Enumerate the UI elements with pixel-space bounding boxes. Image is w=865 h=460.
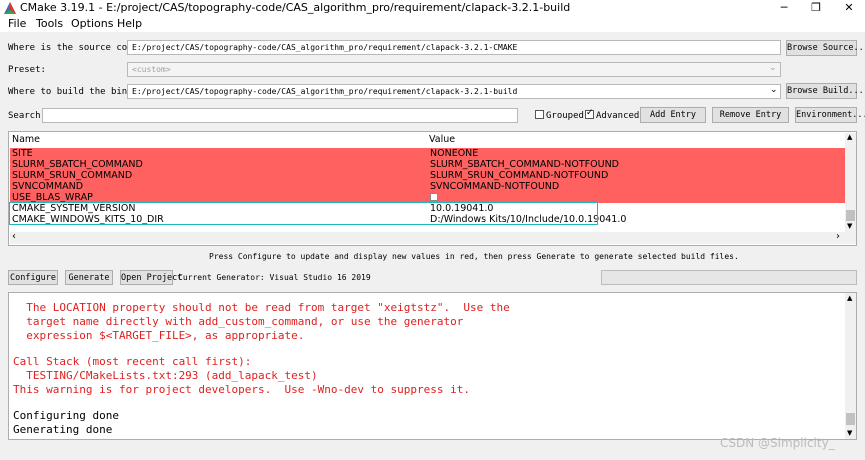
scroll-down-icon[interactable]: ▼	[847, 222, 852, 230]
log-line: This warning is for project developers. …	[13, 383, 470, 396]
column-header-value[interactable]: Value	[429, 133, 455, 147]
log-line: expression $<TARGET_FILE>, as appropriat…	[13, 329, 305, 342]
preset-label: Preset:	[8, 65, 46, 75]
maximize-button[interactable]: ❐	[800, 0, 832, 16]
menu-bar: File Tools Options Help	[0, 16, 865, 32]
source-label: Where is the source code:	[8, 43, 144, 53]
entry-value: SLURM_SRUN_COMMAND-NOTFOUND	[430, 170, 609, 181]
checkmark-icon: ✓	[586, 108, 594, 118]
log-line: Generating done	[13, 423, 113, 436]
grouped-label: Grouped	[546, 111, 584, 121]
search-label: Search:	[8, 111, 46, 121]
browse-build-button[interactable]: Browse Build...	[786, 83, 864, 99]
menu-help[interactable]: Help	[117, 17, 142, 30]
scroll-right-icon[interactable]: ›	[836, 231, 840, 242]
configure-hint: Press Configure to update and display ne…	[209, 252, 739, 261]
scroll-up-icon[interactable]: ▲	[847, 133, 852, 141]
table-horizontal-scrollbar[interactable]: ‹ ›	[10, 231, 856, 244]
log-line: TESTING/CMakeLists.txt:293 (add_lapack_t…	[13, 369, 318, 382]
progress-bar	[601, 270, 857, 285]
entry-name: SITE	[12, 148, 33, 159]
scroll-thumb[interactable]	[846, 413, 855, 425]
log-line: Configuring done	[13, 409, 119, 422]
title-bar: CMake 3.19.1 - E:/project/CAS/topography…	[0, 0, 865, 16]
generate-button[interactable]: Generate	[65, 270, 113, 285]
preset-select[interactable]: <custom>	[127, 62, 781, 77]
menu-tools[interactable]: Tools	[36, 17, 63, 30]
environment-button[interactable]: Environment...	[795, 107, 865, 123]
scroll-left-icon[interactable]: ‹	[12, 231, 16, 242]
entry-name: SVNCOMMAND	[12, 181, 84, 192]
log-line: target name directly with add_custom_com…	[13, 315, 464, 328]
use-blas-wrap-checkbox[interactable]	[430, 193, 438, 201]
minimize-button[interactable]: ─	[768, 0, 800, 16]
table-row[interactable]: SLURM_SRUN_COMMAND SLURM_SRUN_COMMAND-NO…	[10, 170, 845, 181]
output-log[interactable]: The LOCATION property should not be read…	[8, 292, 857, 440]
entry-name: SLURM_SRUN_COMMAND	[12, 170, 133, 181]
log-line: Call Stack (most recent call first):	[13, 355, 252, 368]
remove-entry-button[interactable]: Remove Entry	[712, 107, 789, 123]
current-generator-label: Current Generator: Visual Studio 16 2019	[178, 273, 371, 282]
open-project-button[interactable]: Open Project	[120, 270, 182, 285]
advanced-label: Advanced	[596, 111, 640, 121]
cmake-logo-icon	[4, 2, 16, 14]
menu-file[interactable]: File	[8, 17, 26, 30]
entry-value: SVNCOMMAND-NOTFOUND	[430, 181, 560, 192]
log-line: The LOCATION property should not be read…	[13, 301, 510, 314]
browse-source-button[interactable]: Browse Source...	[786, 40, 865, 56]
entry-value: NONEONE	[430, 148, 479, 159]
table-vertical-scrollbar[interactable]: ▲ ▼	[845, 133, 856, 232]
scroll-down-icon[interactable]: ▼	[847, 429, 852, 437]
preset-chevron-down-icon: ⌄	[769, 63, 777, 73]
table-row[interactable]: SLURM_SBATCH_COMMAND SLURM_SBATCH_COMMAN…	[10, 159, 845, 170]
watermark: CSDN @Simplicity_	[720, 436, 835, 450]
menu-options[interactable]: Options	[71, 17, 113, 30]
entry-name: SLURM_SBATCH_COMMAND	[12, 159, 143, 170]
highlight-box	[9, 202, 598, 225]
column-header-name[interactable]: Name	[12, 133, 40, 147]
scroll-thumb[interactable]	[846, 210, 855, 221]
cache-table[interactable]: Name Value SITE NONEONE SLURM_SBATCH_COM…	[8, 131, 857, 246]
grouped-checkbox[interactable]	[535, 110, 544, 119]
source-path-field[interactable]: E:/project/CAS/topography-code/CAS_algor…	[127, 40, 781, 55]
build-chevron-down-icon[interactable]: ⌄	[770, 85, 778, 95]
build-path-field[interactable]: E:/project/CAS/topography-code/CAS_algor…	[127, 84, 781, 99]
configure-button[interactable]: Configure	[8, 270, 58, 285]
scroll-up-icon[interactable]: ▲	[847, 294, 852, 302]
add-entry-button[interactable]: Add Entry	[640, 107, 706, 123]
table-row[interactable]: SITE NONEONE	[10, 148, 845, 159]
entry-value: SLURM_SBATCH_COMMAND-NOTFOUND	[430, 159, 619, 170]
table-row[interactable]: SVNCOMMAND SVNCOMMAND-NOTFOUND	[10, 181, 845, 192]
window-title: CMake 3.19.1 - E:/project/CAS/topography…	[20, 1, 571, 14]
search-input[interactable]	[42, 108, 518, 123]
advanced-checkbox[interactable]: ✓	[585, 108, 594, 119]
close-button[interactable]: ✕	[833, 0, 865, 16]
log-vertical-scrollbar[interactable]: ▲ ▼	[845, 293, 856, 439]
